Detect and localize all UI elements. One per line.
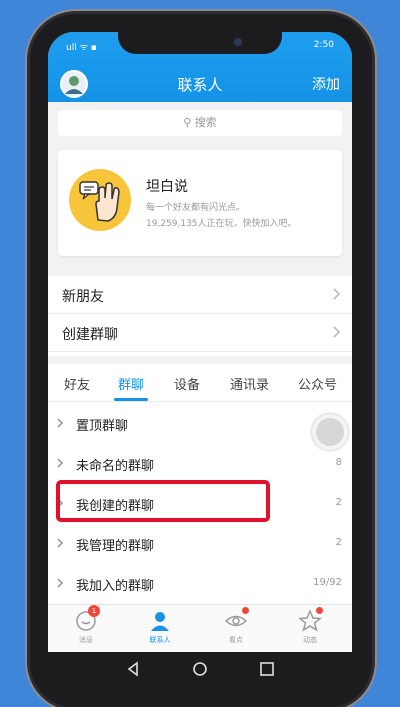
status-indicators: ull ᯤ ▪ (66, 43, 97, 53)
nav-contacts[interactable]: 联系人 (130, 609, 190, 645)
card-stats: 19,259,135人正在玩，快快加入吧。 (146, 219, 297, 229)
nav-messages[interactable]: 1 消息 (56, 605, 116, 645)
group-unnamed[interactable]: 未命名的群聊 8 (48, 444, 352, 484)
nav-feed[interactable]: 动态 (280, 607, 340, 645)
header-bar: ull ᯤ ▪ 2:50 联系人 添加 (48, 32, 352, 102)
notification-dot (316, 607, 323, 614)
recents-icon[interactable] (258, 660, 276, 678)
section-divider (48, 356, 352, 364)
tab-address-book[interactable]: 通讯录 (230, 374, 269, 393)
tanbaishuo-card[interactable]: 坦白说 每一个好友都有闪光点。 19,259,135人正在玩，快快加入吧。 (58, 150, 342, 256)
chevron-right-icon (333, 288, 341, 300)
chevron-right-icon (333, 326, 341, 338)
group-pinned[interactable]: 置顶群聊 (48, 404, 352, 444)
bottom-nav: 1 消息 联系人 看点 动态 (48, 604, 352, 652)
tab-devices[interactable]: 设备 (174, 374, 200, 393)
nav-label: 联系人 (149, 636, 171, 644)
search-placeholder: 搜索 (194, 116, 217, 129)
search-icon: ⚲ (183, 116, 195, 129)
card-title: 坦白说 (146, 179, 188, 195)
card-area: 坦白说 每一个好友都有闪光点。 19,259,135人正在玩，快快加入吧。 (48, 146, 352, 276)
contacts-icon (151, 612, 169, 631)
group-label: 未命名的群聊 (76, 459, 155, 474)
tab-official-accounts[interactable]: 公众号 (298, 374, 337, 393)
nav-label: 看点 (229, 636, 243, 644)
unread-badge: 1 (88, 605, 100, 617)
group-count: 8 (335, 457, 342, 468)
tab-friends[interactable]: 好友 (64, 374, 90, 393)
back-icon[interactable] (124, 660, 142, 678)
group-label: 我加入的群聊 (76, 579, 155, 594)
card-subtitle: 每一个好友都有闪光点。 (146, 203, 246, 213)
camera-icon (234, 38, 242, 46)
chevron-right-icon (57, 578, 63, 588)
group-joined[interactable]: 我加入的群聊 19/92 (48, 564, 352, 604)
group-count: 2 (335, 537, 342, 548)
group-count: 19/92 (313, 577, 342, 588)
app-screen: ull ᯤ ▪ 2:50 联系人 添加 ⚲ 搜索 坦白说 每一个好友都有闪光点。… (48, 32, 352, 652)
new-friends-row[interactable]: 新朋友 (48, 276, 352, 314)
create-group-label: 创建群聊 (62, 327, 118, 343)
group-managed[interactable]: 我管理的群聊 2 (48, 524, 352, 564)
tab-groups[interactable]: 群聊 (118, 374, 144, 393)
notification-dot (242, 607, 249, 614)
add-button[interactable]: 添加 (312, 74, 340, 94)
chevron-right-icon (57, 538, 63, 548)
home-icon[interactable] (191, 660, 209, 678)
new-friends-label: 新朋友 (62, 289, 104, 305)
group-label: 我管理的群聊 (76, 539, 155, 554)
notch (118, 32, 282, 54)
nav-discover[interactable]: 看点 (206, 607, 266, 645)
group-label: 置顶群聊 (76, 419, 129, 434)
chevron-right-icon (57, 458, 63, 468)
system-nav-bar (48, 652, 352, 686)
status-time: 2:50 (313, 40, 334, 50)
create-group-row[interactable]: 创建群聊 (48, 314, 352, 352)
group-count: 2 (335, 497, 342, 508)
contact-tabs: 好友 群聊 设备 通讯录 公众号 (48, 364, 352, 402)
search-area: ⚲ 搜索 (48, 102, 352, 146)
search-input[interactable]: ⚲ 搜索 (58, 110, 342, 136)
active-tab-indicator (114, 398, 148, 401)
raised-hand-icon (69, 169, 131, 231)
nav-label: 动态 (303, 636, 317, 644)
page-title: 联系人 (177, 76, 223, 94)
nav-label: 消息 (79, 636, 93, 644)
floating-assistive-button[interactable] (312, 414, 348, 450)
chevron-right-icon (57, 418, 63, 428)
highlight-box (56, 480, 270, 522)
